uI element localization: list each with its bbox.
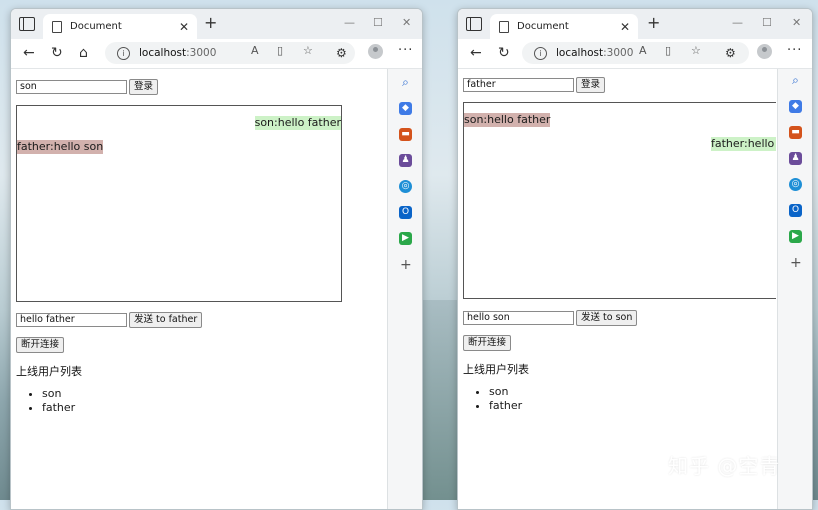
immersive-reader-icon[interactable]: ▯ xyxy=(665,44,671,57)
close-tab-icon[interactable]: ✕ xyxy=(620,20,630,34)
back-icon[interactable]: ← xyxy=(470,44,482,62)
login-button[interactable]: 登录 xyxy=(129,79,159,95)
info-icon[interactable]: i xyxy=(117,46,130,60)
edge-sidebar: ⌕ ◆ ▬ ♟ ◎ O ▶ + xyxy=(777,69,812,509)
online-users-list: son father xyxy=(16,387,75,414)
refresh-icon[interactable]: ↻ xyxy=(51,44,63,62)
tab-document[interactable]: Document ✕ xyxy=(43,14,197,39)
url-text: localhost:3000 xyxy=(556,47,634,59)
home-icon[interactable]: ⌂ xyxy=(79,44,88,62)
tab-bar: Document ✕ + — ☐ ✕ xyxy=(458,9,812,39)
tools-icon[interactable]: ▬ xyxy=(399,128,412,141)
send-button[interactable]: 发送 to father xyxy=(129,312,203,328)
browser-window-son: Document ✕ + — ☐ ✕ ← ↻ ⌂ i localhost:300… xyxy=(10,8,423,510)
chat-box: son:hello father father:hello so xyxy=(463,102,776,299)
tab-document[interactable]: Document ✕ xyxy=(490,14,638,39)
info-icon[interactable]: i xyxy=(534,46,547,60)
shopping-icon[interactable]: ◆ xyxy=(789,100,802,113)
office-icon[interactable]: ◎ xyxy=(789,178,802,191)
read-aloud-icon[interactable]: A xyxy=(251,44,259,57)
read-aloud-icon[interactable]: A xyxy=(639,44,647,57)
list-item: father xyxy=(489,399,522,413)
chat-box: son:hello father father:hello son xyxy=(16,105,342,302)
favorite-icon[interactable]: ☆ xyxy=(303,44,313,57)
refresh-icon[interactable]: ↻ xyxy=(498,44,510,62)
username-input[interactable]: father xyxy=(463,78,574,92)
extensions-icon[interactable]: ⚙ xyxy=(725,44,736,62)
disconnect-button[interactable]: 断开连接 xyxy=(463,335,512,351)
add-icon[interactable]: + xyxy=(400,258,412,272)
drop-icon[interactable]: ▶ xyxy=(399,232,412,245)
minimize-icon[interactable]: — xyxy=(344,16,355,29)
browser-toolbar: ← ↻ i localhost:3000 A ▯ ☆ ⚙ ··· xyxy=(458,39,812,69)
favorite-icon[interactable]: ☆ xyxy=(691,44,701,57)
page-icon xyxy=(499,20,509,33)
search-icon[interactable]: ⌕ xyxy=(789,74,802,87)
tools-icon[interactable]: ▬ xyxy=(789,126,802,139)
menu-icon[interactable]: ··· xyxy=(398,43,413,58)
search-icon[interactable]: ⌕ xyxy=(399,76,412,89)
address-bar[interactable]: i localhost:3000 A ▯ ☆ xyxy=(522,42,749,64)
login-button[interactable]: 登录 xyxy=(576,77,606,93)
page-content: son 登录 son:hello father father:hello son… xyxy=(11,69,386,509)
tab-actions-icon[interactable] xyxy=(19,17,35,31)
drop-icon[interactable]: ▶ xyxy=(789,230,802,243)
disconnect-button[interactable]: 断开连接 xyxy=(16,337,65,353)
send-button[interactable]: 发送 to son xyxy=(576,310,638,326)
extensions-icon[interactable]: ⚙ xyxy=(336,44,347,62)
list-item: son xyxy=(489,385,522,399)
online-users-heading: 上线用户列表 xyxy=(16,365,82,378)
tab-title: Document xyxy=(70,21,122,32)
message-right: son:hello father xyxy=(254,116,341,130)
back-icon[interactable]: ← xyxy=(23,44,35,62)
profile-icon[interactable] xyxy=(757,44,772,59)
list-item: father xyxy=(42,401,75,415)
maximize-icon[interactable]: ☐ xyxy=(373,16,383,29)
message-input[interactable]: hello son xyxy=(463,311,574,325)
new-tab-icon[interactable]: + xyxy=(647,14,660,32)
immersive-reader-icon[interactable]: ▯ xyxy=(277,44,283,57)
page-content: father 登录 son:hello father father:hello … xyxy=(458,69,776,509)
new-tab-icon[interactable]: + xyxy=(204,14,217,32)
online-users-heading: 上线用户列表 xyxy=(463,363,529,376)
username-input[interactable]: son xyxy=(16,80,127,94)
maximize-icon[interactable]: ☐ xyxy=(762,16,772,29)
url-text: localhost:3000 xyxy=(139,47,217,59)
message-input[interactable]: hello father xyxy=(16,313,127,327)
profile-icon[interactable] xyxy=(368,44,383,59)
games-icon[interactable]: ♟ xyxy=(399,154,412,167)
browser-window-father: Document ✕ + — ☐ ✕ ← ↻ i localhost:3000 … xyxy=(457,8,813,510)
tab-actions-icon[interactable] xyxy=(466,17,482,31)
close-window-icon[interactable]: ✕ xyxy=(792,16,801,29)
close-tab-icon[interactable]: ✕ xyxy=(179,20,189,34)
tab-bar: Document ✕ + — ☐ ✕ xyxy=(11,9,422,39)
minimize-icon[interactable]: — xyxy=(732,16,743,29)
add-icon[interactable]: + xyxy=(790,256,802,270)
message-left: father:hello son xyxy=(17,140,104,154)
page-icon xyxy=(52,20,62,33)
watermark: 知乎 @空青 xyxy=(668,454,781,478)
games-icon[interactable]: ♟ xyxy=(789,152,802,165)
outlook-icon[interactable]: O xyxy=(789,204,802,217)
close-window-icon[interactable]: ✕ xyxy=(402,16,411,29)
outlook-icon[interactable]: O xyxy=(399,206,412,219)
tab-title: Document xyxy=(517,21,569,32)
browser-toolbar: ← ↻ ⌂ i localhost:3000 A ▯ ☆ ⚙ ··· xyxy=(11,39,422,69)
menu-icon[interactable]: ··· xyxy=(787,43,802,58)
online-users-list: son father xyxy=(463,385,522,412)
edge-sidebar: ⌕ ◆ ▬ ♟ ◎ O ▶ + xyxy=(387,69,422,509)
office-icon[interactable]: ◎ xyxy=(399,180,412,193)
address-bar[interactable]: i localhost:3000 A ▯ ☆ xyxy=(105,42,355,64)
shopping-icon[interactable]: ◆ xyxy=(399,102,412,115)
message-left: son:hello father xyxy=(464,113,551,127)
list-item: son xyxy=(42,387,75,401)
message-right: father:hello so xyxy=(711,137,776,151)
